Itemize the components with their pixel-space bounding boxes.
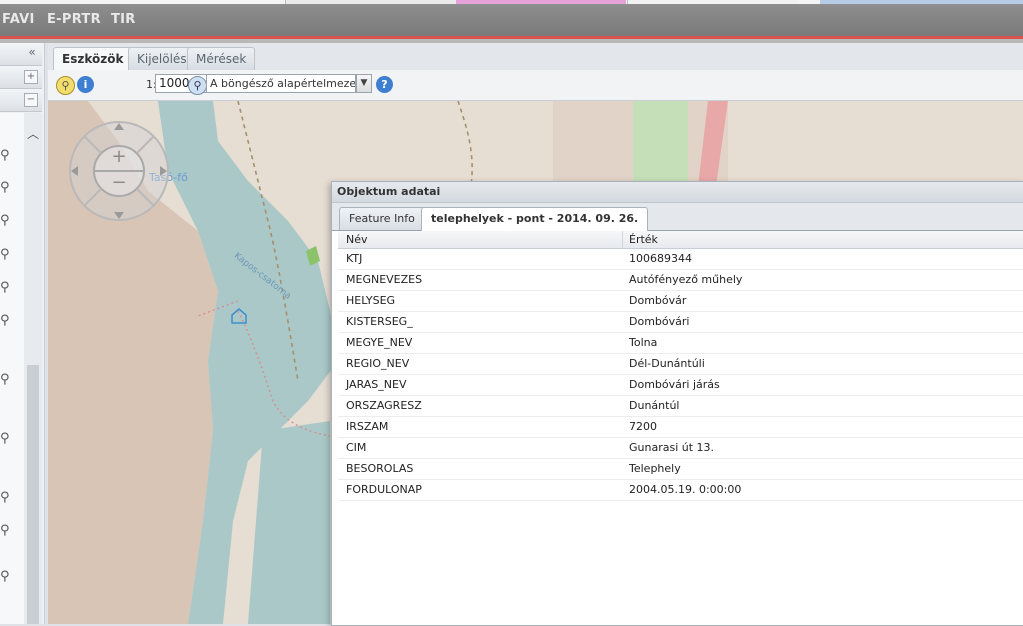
attribute-value: Telephely: [629, 462, 681, 475]
attribute-value: Tolna: [629, 336, 658, 349]
attribute-value: 2004.05.19. 0:00:00: [629, 483, 742, 496]
attribute-name: ORSZAGRESZ: [346, 399, 422, 412]
magnifier-icon[interactable]: ⚲: [0, 181, 14, 195]
magnifier-icon[interactable]: ⚲: [0, 373, 14, 387]
attribute-name: REGIO_NEV: [346, 357, 410, 370]
table-row[interactable]: REGIO_NEV Dél-Dunántúli: [338, 354, 1023, 375]
magnifier-icon[interactable]: ⚲: [0, 248, 14, 262]
menu-e-prtr[interactable]: E-PRTR: [47, 12, 101, 27]
attribute-value: Dombóvári: [629, 315, 690, 328]
magnifier-icon[interactable]: ⚲: [0, 281, 14, 295]
minus-icon[interactable]: −: [24, 93, 38, 107]
layer-panel: « + − ⚲ ⚲ ⚲ ⚲ ⚲ ⚲ ⚲ ⚲ ⚲ ⚲ ⚲ ︿: [0, 43, 45, 624]
layer-panel-row-expand: +: [0, 66, 42, 89]
column-divider: [622, 231, 623, 248]
attribute-name: MEGNEVEZES: [346, 273, 423, 286]
attribute-value: 7200: [629, 420, 657, 433]
attribute-name: KTJ: [346, 252, 363, 265]
scrollbar-thumb[interactable]: [27, 365, 39, 624]
table-row[interactable]: JARAS_NEV Dombóvári járás: [338, 375, 1023, 396]
map-navigation-control: + −: [68, 120, 170, 222]
magnifier-icon[interactable]: ⚲: [0, 432, 14, 446]
table-row[interactable]: MEGNEVEZES Autófényező műhely: [338, 270, 1023, 291]
table-row[interactable]: FORDULONAP 2004.05.19. 0:00:00: [338, 480, 1023, 501]
table-row[interactable]: CIM Gunarasi út 13.: [338, 438, 1023, 459]
table-row[interactable]: KTJ 100689344: [338, 249, 1023, 270]
chevron-up-icon[interactable]: ︿: [27, 125, 39, 142]
zoom-in-icon[interactable]: +: [110, 148, 128, 166]
tab-feature-info[interactable]: Feature Info: [339, 207, 425, 230]
pan-right-icon[interactable]: [156, 161, 170, 181]
double-chevron-left-icon[interactable]: «: [26, 46, 38, 59]
attribute-value: Dunántúl: [629, 399, 680, 412]
grid-header: Név Érték: [338, 231, 1023, 249]
magnifier-icon[interactable]: ⚲: [0, 524, 14, 538]
tab-eszkozok[interactable]: Eszközök: [53, 47, 133, 70]
magnifier-icon[interactable]: ⚲: [0, 149, 14, 163]
attribute-value: 100689344: [629, 252, 692, 265]
attribute-name: HELYSEG: [346, 294, 396, 307]
table-row[interactable]: KISTERSEG_ Dombóvári: [338, 312, 1023, 333]
window-title: Objektum adatai: [337, 185, 441, 198]
magnifier-icon[interactable]: ⚲: [0, 491, 14, 505]
tab-telephelyek[interactable]: telephelyek - pont - 2014. 09. 26.: [421, 207, 649, 231]
layer-list-scrollbar[interactable]: ︿: [24, 113, 42, 624]
attribute-name: MEGYE_NEV: [346, 336, 413, 349]
help-icon[interactable]: ?: [376, 76, 393, 93]
plus-icon[interactable]: +: [24, 70, 38, 84]
table-row[interactable]: IRSZAM 7200: [338, 417, 1023, 438]
menu-favi[interactable]: FAVI: [2, 12, 35, 27]
projection-select[interactable]: A böngésző alapértelmezett n: [206, 74, 356, 93]
attribute-grid: Név Érték KTJ 100689344 MEGNEVEZES Autófény…: [338, 231, 1023, 501]
attribute-name: IRSZAM: [346, 420, 389, 433]
zoom-icon[interactable]: ⚲: [56, 76, 75, 95]
attribute-name: CIM: [346, 441, 367, 454]
layer-panel-row-collapse: −: [0, 89, 42, 112]
attribute-value: Dombóvári járás: [629, 378, 720, 391]
attribute-value: Dombóvár: [629, 294, 687, 307]
menu-tir[interactable]: TIR: [111, 12, 136, 27]
magnifier-icon[interactable]: ⚲: [0, 314, 14, 328]
attribute-value: Dél-Dunántúli: [629, 357, 705, 370]
column-header-ertek[interactable]: Érték: [629, 233, 658, 246]
object-data-window-header[interactable]: Objektum adatai: [332, 182, 1023, 203]
magnifier-icon[interactable]: ⚲: [0, 214, 14, 228]
pan-left-icon[interactable]: [68, 161, 82, 181]
table-row[interactable]: MEGYE_NEV Tolna: [338, 333, 1023, 354]
object-data-window: Objektum adatai Feature Info telephelyek…: [331, 181, 1023, 626]
tab-kijeloles[interactable]: Kijelölés: [128, 47, 196, 70]
table-row[interactable]: BESOROLAS Telephely: [338, 459, 1023, 480]
table-row[interactable]: HELYSEG Dombóvár: [338, 291, 1023, 312]
object-data-tabs: Feature Info telephelyek - pont - 2014. …: [332, 203, 1023, 231]
zoom-out-icon[interactable]: −: [110, 174, 128, 192]
tool-tabs-bar: Eszközök Kijelölés Mérések: [48, 43, 1023, 70]
info-icon[interactable]: i: [77, 76, 94, 93]
attribute-name: BESOROLAS: [346, 462, 414, 475]
magnifier-icon[interactable]: ⚲: [0, 570, 14, 584]
dropdown-arrow-icon[interactable]: ▼: [356, 74, 372, 93]
table-row[interactable]: ORSZAGRESZ Dunántúl: [338, 396, 1023, 417]
pan-down-icon[interactable]: [109, 208, 129, 222]
attribute-name: JARAS_NEV: [346, 378, 407, 391]
column-header-nev[interactable]: Név: [346, 233, 368, 246]
attribute-value: Autófényező műhely: [629, 273, 743, 286]
attribute-name: FORDULONAP: [346, 483, 422, 496]
layer-panel-header: «: [0, 43, 42, 66]
attribute-value: Gunarasi út 13.: [629, 441, 715, 454]
attribute-name: KISTERSEG_: [346, 315, 413, 328]
pan-zoom-widget: [69, 121, 169, 221]
zoom-scale-icon[interactable]: ⚲: [188, 76, 207, 95]
layer-list: ⚲ ⚲ ⚲ ⚲ ⚲ ⚲ ⚲ ⚲ ⚲ ⚲ ⚲: [0, 113, 24, 624]
pan-up-icon[interactable]: [109, 120, 129, 134]
tab-meresek[interactable]: Mérések: [187, 47, 256, 70]
top-menubar: FAVI E-PRTR TIR: [0, 4, 1023, 36]
map-toolbar: ⚲ i 1: ⚲ A böngésző alapértelmezett n ▼ …: [48, 70, 1023, 101]
